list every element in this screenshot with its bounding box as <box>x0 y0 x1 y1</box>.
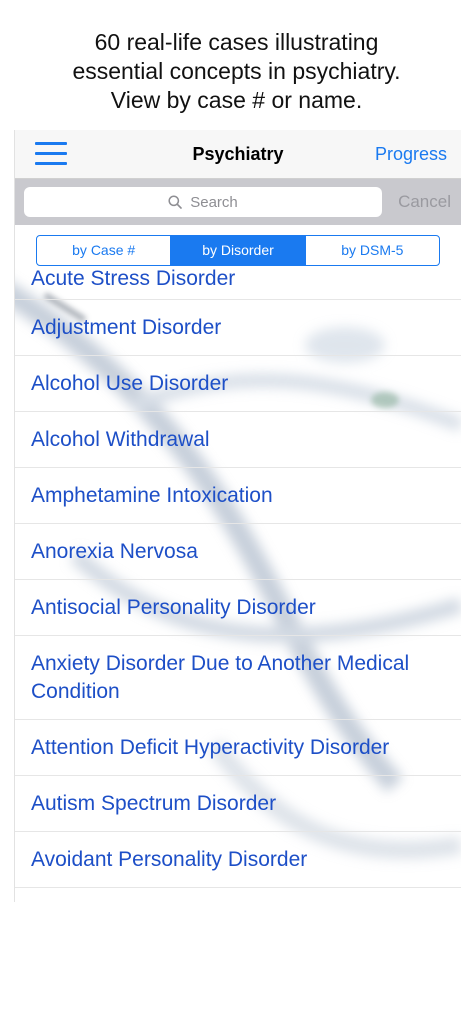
list-item-label: Antisocial Personality Disorder <box>31 595 316 619</box>
list-item-label: Attention Deficit Hyperactivity Disorder <box>31 735 390 759</box>
navigation-bar: Psychiatry Progress <box>15 130 461 179</box>
list-item-label: Anorexia Nervosa <box>31 539 198 563</box>
search-bar: Search Cancel <box>15 179 461 225</box>
list-item[interactable]: Alcohol Withdrawal <box>15 412 461 468</box>
disorder-list-area: by Case # by Disorder by DSM-5 Acute Str… <box>15 225 461 902</box>
list-item[interactable]: Anorexia Nervosa <box>15 524 461 580</box>
list-item[interactable]: Antisocial Personality Disorder <box>15 580 461 636</box>
list-item-label: Avoidant Personality Disorder <box>31 847 308 871</box>
list-item[interactable]: Adjustment Disorder <box>15 300 461 356</box>
caption-line-1: 60 real-life cases illustrating <box>94 29 379 55</box>
list-item[interactable]: Autism Spectrum Disorder <box>15 776 461 832</box>
list-item-label: Acute Stress Disorder <box>31 267 236 290</box>
caption-line-3: View by case # or name. <box>110 87 363 113</box>
search-icon <box>168 195 183 209</box>
list-item-label: Alcohol Use Disorder <box>31 371 229 395</box>
list-item[interactable]: Anxiety Disorder Due to Another Medical … <box>15 636 461 720</box>
app-store-caption: 60 real-life cases illustrating essentia… <box>0 28 473 115</box>
progress-button[interactable]: Progress <box>375 130 447 178</box>
segment-by-case[interactable]: by Case # <box>37 236 172 265</box>
segment-by-disorder[interactable]: by Disorder <box>171 236 306 265</box>
hamburger-menu-icon[interactable] <box>35 142 67 166</box>
list-item-label: Adjustment Disorder <box>31 315 222 339</box>
sort-segmented-control: by Case # by Disorder by DSM-5 <box>36 235 440 266</box>
list-item[interactable]: Alcohol Use Disorder <box>15 356 461 412</box>
search-placeholder: Search <box>190 193 238 211</box>
caption-line-2: essential concepts in psychiatry. <box>72 58 401 84</box>
list-item-label: Amphetamine Intoxication <box>31 483 273 507</box>
list-item-label: Anxiety Disorder Due to Another Medical … <box>31 651 410 703</box>
list-item[interactable]: Attention Deficit Hyperactivity Disorder <box>15 720 461 776</box>
list-item-label: Alcohol Withdrawal <box>31 427 210 451</box>
cancel-button[interactable]: Cancel <box>398 179 451 225</box>
list-item[interactable]: Amphetamine Intoxication <box>15 468 461 524</box>
list-item[interactable]: Acute Stress Disorder <box>15 265 461 300</box>
disorder-list: Acute Stress Disorder Adjustment Disorde… <box>15 265 461 888</box>
app-screen: Psychiatry Progress Search Cancel by Cas… <box>14 130 461 902</box>
segment-by-dsm[interactable]: by DSM-5 <box>306 236 439 265</box>
list-item[interactable]: Avoidant Personality Disorder <box>15 832 461 888</box>
list-item-label: Autism Spectrum Disorder <box>31 791 277 815</box>
search-input[interactable]: Search <box>24 187 382 217</box>
